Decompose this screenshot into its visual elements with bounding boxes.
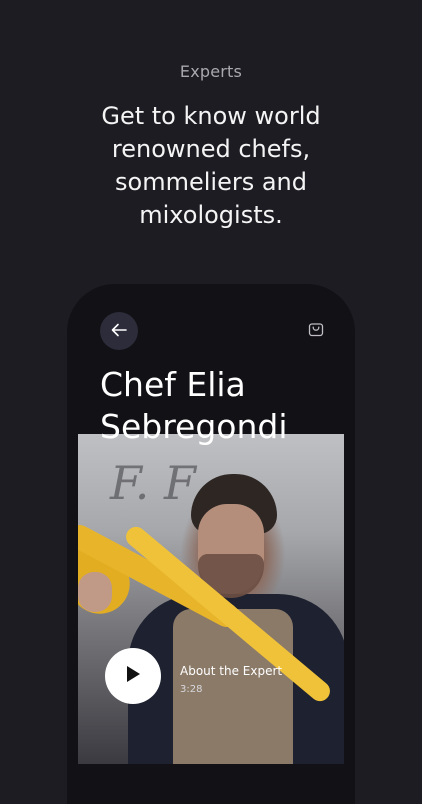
signature-text: F. F xyxy=(110,456,196,510)
back-arrow-icon xyxy=(111,322,127,341)
shopping-bag-icon xyxy=(308,321,324,341)
cart-button[interactable] xyxy=(307,322,325,340)
back-button[interactable] xyxy=(100,312,138,350)
headline: Get to know world renowned chefs, sommel… xyxy=(101,102,321,229)
video-title: About the Expert xyxy=(180,664,283,678)
expert-video[interactable]: F. F xyxy=(78,434,344,764)
video-duration: 3:28 xyxy=(180,684,203,695)
phone-mockup: F. F Chef Elia Sebregondi About the Expe… xyxy=(67,284,355,804)
eyebrow-label: Experts xyxy=(179,62,243,81)
play-button[interactable] xyxy=(105,648,161,704)
play-icon xyxy=(124,664,142,688)
chef-hand xyxy=(78,572,112,612)
expert-name: Chef Elia Sebregondi xyxy=(100,365,288,446)
